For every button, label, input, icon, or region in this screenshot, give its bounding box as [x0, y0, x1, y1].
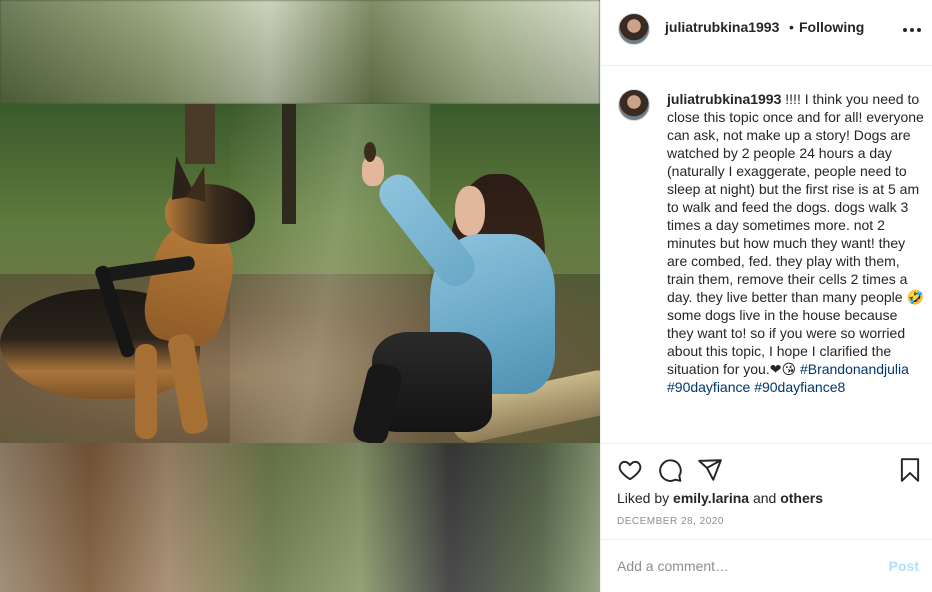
heart-icon[interactable] [617, 457, 643, 483]
post-comment-button[interactable]: Post [889, 558, 919, 574]
likes-summary: Liked by emily.larina and others [617, 490, 823, 506]
liked-by-user-link[interactable]: emily.larina [673, 490, 749, 506]
caption-username[interactable]: juliatrubkina1993 [667, 91, 781, 107]
photo-woman-face [455, 186, 485, 236]
comment-input[interactable]: Add a comment… [617, 558, 877, 574]
hashtag-link[interactable]: #90dayfiance8 [754, 379, 845, 395]
photo-dog-leg [135, 344, 157, 439]
likes-prefix: Liked by [617, 490, 674, 506]
photo-pine-cone [364, 142, 376, 162]
post-details-panel: juliatrubkina1993 • Following juliatrubk… [600, 0, 932, 592]
author-avatar[interactable] [618, 13, 650, 45]
post-media[interactable] [0, 0, 600, 592]
add-comment-bar: Add a comment… Post [601, 539, 932, 592]
photo-blurred-background-top [0, 0, 600, 104]
following-button[interactable]: Following [799, 19, 864, 35]
rofl-emoji: 🤣 [906, 289, 924, 305]
post-photo [0, 104, 600, 443]
heart-kiss-emoji: ❤😘 [769, 361, 797, 377]
likes-middle: and [749, 490, 781, 506]
follow-separator: • [789, 19, 794, 35]
hashtag-link[interactable]: #90dayfiance [667, 379, 750, 395]
photo-tree-trunk [282, 104, 296, 224]
hashtag-link[interactable]: #Brandonandjulia [800, 361, 909, 377]
author-username[interactable]: juliatrubkina1993 [665, 19, 779, 35]
more-options-icon[interactable] [901, 22, 923, 38]
caption-text: juliatrubkina1993 !!!! I think you need … [667, 90, 925, 396]
share-icon[interactable] [697, 457, 723, 483]
caption-body: !!!! I think you need to close this topi… [667, 91, 924, 305]
caption-author-avatar[interactable] [618, 89, 650, 121]
post-header: juliatrubkina1993 • Following [601, 0, 932, 66]
post-actions-bar [601, 445, 932, 493]
photo-blurred-background-bottom [0, 443, 600, 592]
comment-icon[interactable] [657, 457, 683, 483]
bookmark-icon[interactable] [897, 457, 923, 483]
likes-others-link[interactable]: others [780, 490, 823, 506]
post-date[interactable]: DECEMBER 28, 2020 [617, 516, 724, 527]
post-caption: juliatrubkina1993 !!!! I think you need … [601, 66, 932, 444]
photo-tree-trunk [185, 104, 215, 164]
